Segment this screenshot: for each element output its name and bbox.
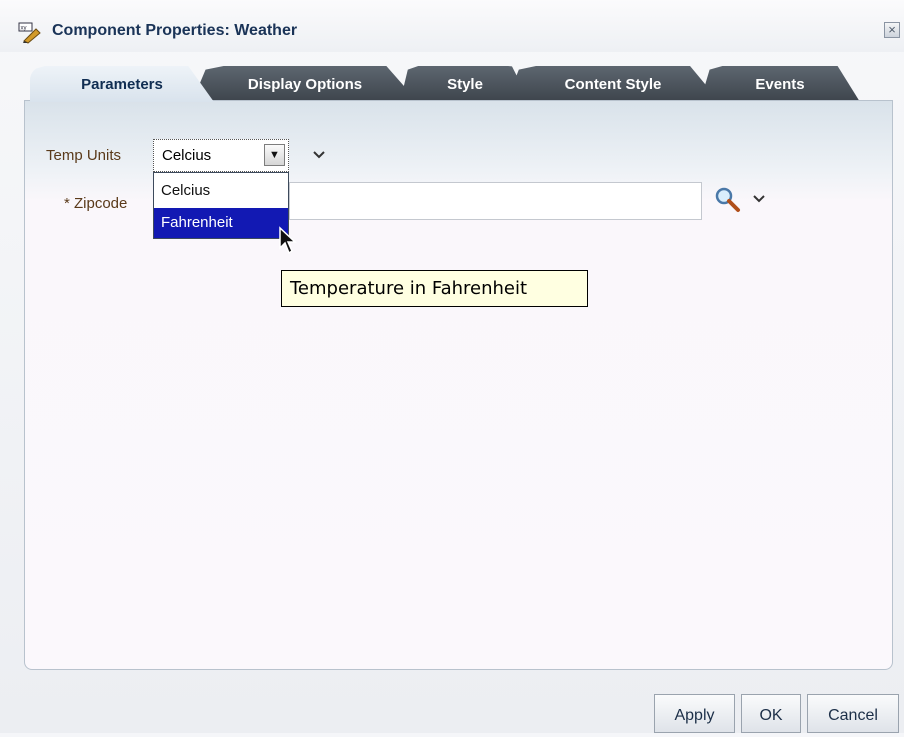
tab-parameters[interactable]: Parameters — [30, 66, 214, 102]
tab-display-options[interactable]: Display Options — [192, 66, 418, 102]
tab-events[interactable]: Events — [700, 66, 860, 102]
search-icon[interactable] — [714, 186, 742, 214]
temp-units-select[interactable]: Celcius ▼ — [153, 139, 289, 172]
temp-units-label: Temp Units — [46, 147, 122, 164]
dialog-title: Component Properties: Weather — [52, 22, 298, 39]
chevron-down-icon[interactable] — [753, 194, 765, 204]
close-button[interactable]: × — [884, 22, 900, 38]
temp-units-dropdown: Celcius Fahrenheit — [153, 172, 289, 239]
edit-properties-icon: xy — [18, 22, 41, 44]
title-bar: xy Component Properties: Weather × — [0, 0, 904, 52]
option-celcius[interactable]: Celcius — [154, 176, 288, 206]
zipcode-input[interactable] — [289, 182, 702, 220]
mouse-cursor-icon — [279, 226, 297, 255]
tab-content-style[interactable]: Content Style — [506, 66, 720, 102]
zipcode-label: * Zipcode — [64, 195, 128, 212]
tab-style[interactable]: Style — [400, 66, 530, 102]
svg-text:xy: xy — [21, 26, 27, 32]
apply-button[interactable]: Apply — [654, 694, 735, 733]
tab-strip: Events Content Style Style Display Optio… — [30, 66, 870, 102]
chevron-down-icon[interactable] — [313, 150, 325, 160]
tooltip: Temperature in Fahrenheit — [281, 270, 588, 307]
select-arrow-icon[interactable]: ▼ — [264, 144, 285, 166]
option-fahrenheit[interactable]: Fahrenheit — [154, 208, 288, 238]
ok-button[interactable]: OK — [741, 694, 801, 733]
close-icon: × — [888, 22, 896, 37]
cancel-button[interactable]: Cancel — [807, 694, 899, 733]
temp-units-value: Celcius — [162, 147, 212, 164]
component-properties-dialog: xy Component Properties: Weather × Event… — [0, 0, 904, 733]
